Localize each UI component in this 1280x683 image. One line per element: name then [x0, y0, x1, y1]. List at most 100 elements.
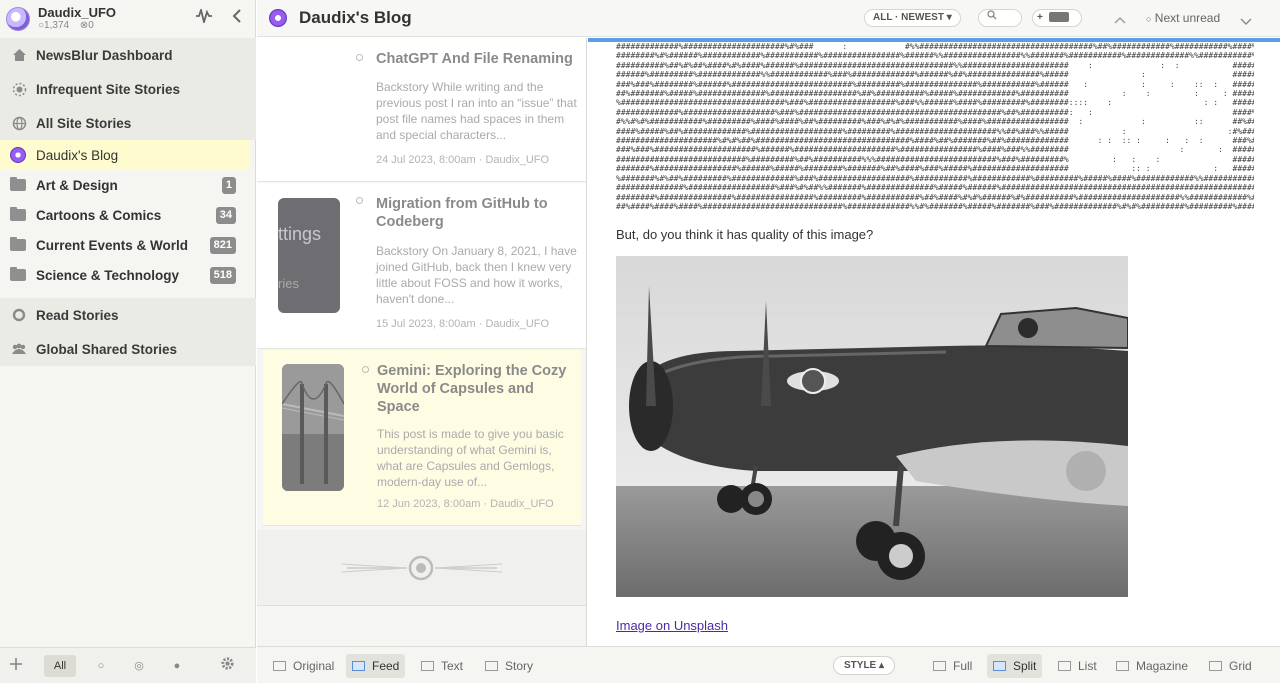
story-item-selected[interactable]: Gemini: Exploring the Cozy World of Caps… [263, 350, 581, 526]
unread-dot-icon [356, 197, 363, 204]
bottom-toolbar: Original Feed Text Story STYLE ▴ Full Sp… [257, 646, 1280, 683]
filter-saved-icon[interactable]: ● [158, 655, 196, 677]
unread-count: ○1,374 [38, 20, 73, 31]
nav-global-label: Global Shared Stories [36, 342, 177, 357]
unread-badge: 1 [222, 177, 236, 194]
story-meta: 15 Jul 2023, 8:00am · Daudix_UFO [376, 318, 549, 330]
text-icon [421, 661, 434, 671]
folder-icon [10, 179, 26, 191]
people-icon [10, 341, 28, 357]
filter-focus-icon[interactable]: ◎ [120, 655, 158, 677]
story-list: ChatGPT And File Renaming Backstory Whil… [257, 38, 587, 646]
user-header[interactable]: Daudix_UFO ○1,374 ⊗0 [0, 0, 256, 37]
image-source-link[interactable]: Image on Unsplash [616, 618, 728, 633]
user-name: Daudix_UFO [38, 6, 116, 19]
folder-art-design[interactable]: Art & Design 1 [0, 170, 256, 200]
filter-unread-icon[interactable]: ○ [82, 655, 120, 677]
layout-list-button[interactable]: List [1052, 654, 1103, 678]
layout-magazine-button[interactable]: Magazine [1110, 654, 1194, 678]
unread-filter: All ○ ◎ ● [44, 655, 196, 677]
layout-grid-button[interactable]: Grid [1203, 654, 1258, 678]
activity-icon[interactable] [194, 9, 214, 27]
view-text-button[interactable]: Text [415, 654, 469, 678]
folder-cartoons-comics[interactable]: Cartoons & Comics 34 [0, 200, 256, 230]
airplane-photo [616, 256, 1128, 597]
unread-badge: 34 [216, 207, 236, 224]
nav-all-site[interactable]: All Site Stories [0, 106, 256, 140]
nav-global-shared[interactable]: Global Shared Stories [0, 332, 256, 366]
story-meta: 24 Jul 2023, 8:00am · Daudix_UFO [376, 154, 549, 166]
folder-label: Cartoons & Comics [36, 208, 161, 223]
folder-icon [10, 209, 26, 221]
user-stats: ○1,374 ⊗0 [38, 19, 116, 32]
sidebar-footer: All ○ ◎ ● [0, 647, 256, 683]
starred-count: ⊗0 [80, 20, 98, 31]
magazine-layout-icon [1116, 661, 1129, 671]
view-original-button[interactable]: Original [267, 654, 340, 678]
feed-daudix-blog[interactable]: Daudix's Blog [0, 140, 250, 170]
chevron-up-icon: ▴ [879, 660, 884, 671]
chevron-down-icon: ▾ [947, 12, 952, 23]
folder-label: Current Events & World [36, 238, 188, 253]
story-item[interactable]: ChatGPT And File Renaming Backstory Whil… [257, 38, 587, 182]
globe-icon [10, 115, 28, 131]
nav-infrequent-label: Infrequent Site Stories [36, 82, 180, 97]
list-layout-icon [1058, 661, 1071, 671]
folder-label: Art & Design [36, 178, 118, 193]
read-circle-icon [10, 307, 28, 323]
story-title: ChatGPT And File Renaming [376, 50, 577, 68]
view-feed-button[interactable]: Feed [346, 654, 405, 678]
infrequent-icon [10, 81, 28, 97]
sort-order-dropdown[interactable]: ALL · NEWEST ▾ [864, 9, 961, 27]
end-of-list-marker [257, 530, 587, 606]
story-pane: #############%#####################%#%##… [588, 38, 1280, 646]
search-icon [987, 12, 997, 23]
style-dropdown[interactable]: STYLE ▴ [833, 656, 895, 675]
story-title: Migration from GitHub to Codeberg [376, 195, 577, 231]
unread-dot-icon: ○ [1146, 14, 1151, 24]
nav-all-site-label: All Site Stories [36, 116, 131, 131]
folder-science-tech[interactable]: Science & Technology 518 [0, 260, 256, 290]
nav-list: NewsBlur Dashboard Infrequent Site Stori… [0, 38, 256, 366]
unread-dot-icon [356, 54, 363, 61]
full-layout-icon [933, 661, 946, 671]
collapse-sidebar-icon[interactable] [227, 9, 247, 27]
sidebar: Daudix_UFO ○1,374 ⊗0 NewsBlur Dashboard [0, 0, 256, 683]
story-item[interactable]: ttings ries Migration from GitHub to Cod… [257, 183, 587, 349]
app-root: Daudix_UFO ○1,374 ⊗0 NewsBlur Dashboard [0, 0, 1280, 683]
folder-icon [10, 239, 26, 251]
ascii-art-image: #############%#####################%#%##… [616, 42, 1254, 212]
previous-story-icon[interactable] [1114, 10, 1126, 29]
story-snippet: Backstory While writing and the previous… [376, 79, 577, 143]
story-title: Gemini: Exploring the Cozy World of Caps… [377, 362, 571, 416]
add-feed-icon[interactable] [8, 656, 24, 675]
nav-infrequent[interactable]: Infrequent Site Stories [0, 72, 256, 106]
mark-read-button[interactable]: + [1032, 9, 1082, 27]
nav-read-stories[interactable]: Read Stories [0, 298, 256, 332]
layout-full-button[interactable]: Full [927, 654, 978, 678]
unread-dot-icon [362, 366, 369, 373]
story-meta: 12 Jun 2023, 8:00am · Daudix_UFO [377, 498, 554, 510]
avatar[interactable] [6, 7, 30, 31]
unread-badge: 518 [210, 267, 236, 284]
next-unread-button[interactable]: ○ Next unread [1146, 11, 1220, 25]
view-story-button[interactable]: Story [479, 654, 539, 678]
settings-gear-icon[interactable] [220, 656, 235, 675]
story-snippet: This post is made to give you basic unde… [377, 426, 571, 490]
layout-split-button[interactable]: Split [987, 654, 1042, 678]
nav-dashboard[interactable]: NewsBlur Dashboard [0, 38, 256, 72]
story-icon [485, 661, 498, 671]
feed-icon [352, 661, 365, 671]
feed-label: Daudix's Blog [36, 148, 118, 163]
story-snippet: Backstory On January 8, 2021, I have joi… [376, 243, 577, 307]
folder-current-events[interactable]: Current Events & World 821 [0, 230, 256, 260]
filter-all[interactable]: All [44, 655, 76, 677]
feed-title[interactable]: Daudix's Blog [299, 8, 412, 28]
search-input[interactable] [978, 9, 1022, 27]
next-story-chevron-icon[interactable] [1240, 12, 1252, 31]
nav-dashboard-label: NewsBlur Dashboard [36, 48, 173, 63]
story-thumbnail: ttings ries [278, 198, 340, 313]
story-paragraph: But, do you think it has quality of this… [616, 227, 873, 242]
split-layout-icon [993, 661, 1006, 671]
home-icon [10, 47, 28, 63]
